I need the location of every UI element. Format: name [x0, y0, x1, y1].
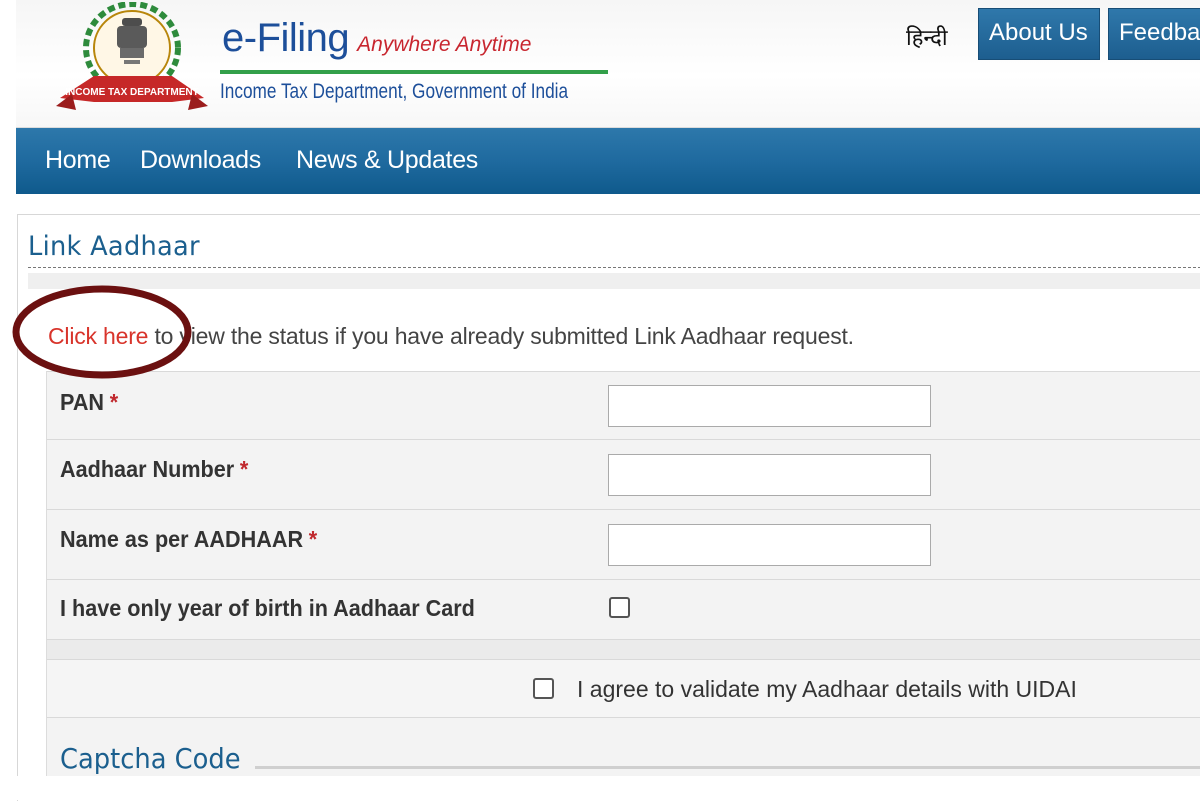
click-here-link[interactable]: Click here: [48, 323, 148, 349]
hindi-language-link[interactable]: हिन्दी: [906, 22, 948, 52]
feedback-button[interactable]: Feedba: [1108, 8, 1200, 60]
pan-label-text: PAN: [60, 389, 105, 415]
nav-downloads[interactable]: Downloads: [140, 146, 261, 175]
brand-subtitle: Income Tax Department, Government of Ind…: [220, 80, 569, 103]
brand-name: e-Filing: [222, 16, 350, 60]
agree-row: I agree to validate my Aadhaar details w…: [47, 659, 1200, 718]
nav-news-updates[interactable]: News & Updates: [296, 146, 478, 175]
name-label-text: Name as per AADHAAR: [60, 526, 304, 552]
brand-divider: [220, 70, 608, 74]
page-bottom-edge: [0, 776, 1200, 800]
brand-tagline: Anywhere Anytime: [357, 33, 532, 56]
agree-uidai-label: I agree to validate my Aadhaar details w…: [577, 676, 1077, 702]
pan-input[interactable]: [608, 385, 931, 427]
link-aadhaar-form: PAN * Aadhaar Number * Name as per AADHAAR…: [46, 371, 1200, 800]
year-of-birth-row: I have only year of birth in Aadhaar Car…: [47, 579, 1200, 640]
captcha-title: Captcha Code: [60, 742, 241, 775]
emblem-ribbon-text: INCOME TAX DEPARTMENT: [65, 87, 199, 98]
required-marker: *: [308, 526, 318, 552]
main-nav: Home Downloads News & Updates: [16, 128, 1200, 194]
site-header: INCOME TAX DEPARTMENT e-Filing Anywhere A…: [16, 0, 1200, 128]
aadhaar-number-input[interactable]: [608, 454, 931, 496]
pan-row: PAN *: [47, 371, 1200, 440]
pan-label: PAN *: [60, 389, 118, 416]
aadhaar-row: Aadhaar Number *: [47, 439, 1200, 510]
required-marker: *: [239, 456, 249, 482]
name-label: Name as per AADHAAR *: [60, 526, 317, 553]
spacer-row: [47, 639, 1200, 660]
name-as-per-aadhaar-input[interactable]: [608, 524, 931, 566]
income-tax-emblem-logo[interactable]: INCOME TAX DEPARTMENT: [54, 2, 210, 118]
panel-strip: [28, 273, 1200, 289]
nav-home[interactable]: Home: [45, 146, 111, 175]
name-row: Name as per AADHAAR *: [47, 509, 1200, 580]
panel-title-divider: [28, 267, 1200, 268]
required-marker: *: [109, 389, 119, 415]
status-message-text: to view the status if you have already s…: [148, 323, 854, 349]
brand-title: e-Filing Anywhere Anytime: [222, 16, 531, 61]
agree-uidai-checkbox[interactable]: [533, 678, 554, 699]
status-message: Click here to view the status if you hav…: [48, 323, 854, 350]
panel-title: Link Aadhaar: [28, 231, 200, 262]
aadhaar-label: Aadhaar Number *: [60, 456, 248, 483]
aadhaar-label-text: Aadhaar Number: [60, 456, 235, 482]
about-us-button[interactable]: About Us: [978, 8, 1100, 60]
captcha-divider: [255, 766, 1200, 769]
year-of-birth-checkbox[interactable]: [609, 597, 630, 618]
year-of-birth-label: I have only year of birth in Aadhaar Car…: [60, 595, 475, 621]
